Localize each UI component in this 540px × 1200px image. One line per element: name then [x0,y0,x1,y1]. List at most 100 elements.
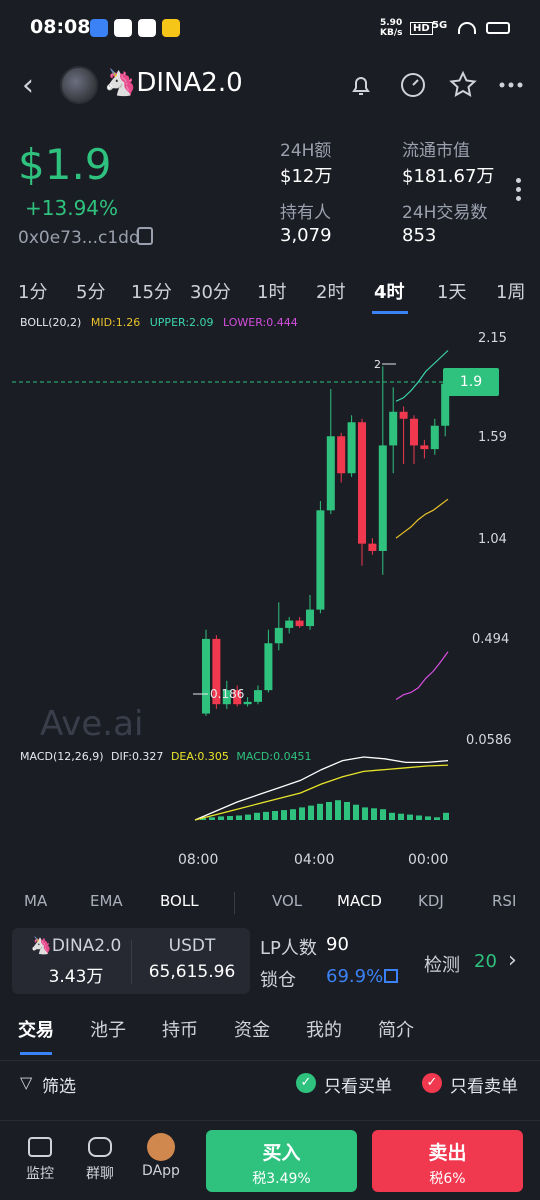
macd-bar [218,816,224,820]
more-horizontal-icon[interactable] [496,70,526,100]
macd-bar [227,816,233,820]
lock-percent[interactable]: 69.9% [326,966,383,987]
tab-30m[interactable]: 30分 [190,278,231,304]
tab-mine[interactable]: 我的 [306,1016,342,1042]
nav-chat[interactable]: 群聊 [80,1137,120,1183]
macd-bar [299,807,305,820]
sell-button[interactable]: 卖出 税6% [372,1130,523,1192]
bottom-bar: 监控 群聊 DApp 买入 税3.49% 卖出 税6% [0,1120,540,1200]
indicator-rsi[interactable]: RSI [492,892,516,910]
tab-underline [372,311,408,314]
candle-body [306,609,314,627]
bell-icon[interactable] [346,70,376,100]
stat-value: 3,079 [280,225,332,246]
tab-15m[interactable]: 15分 [131,278,172,304]
candle-body [378,445,387,551]
candle-body [326,436,335,511]
tab-funds[interactable]: 资金 [234,1016,270,1042]
filter-label[interactable]: 筛选 [42,1072,76,1097]
macd-bar [335,800,341,820]
tab-4h[interactable]: 4时 [374,278,405,304]
buy-only-label[interactable]: 只看买单 [324,1072,392,1097]
status-bar: 08:08 5.90 KB/s HD 5G [0,0,540,58]
boll-upper: UPPER:2.09 [149,316,214,329]
boll-upper-line [395,350,449,402]
candle-body [430,425,439,450]
tab-trades[interactable]: 交易 [18,1016,54,1042]
timeframe-tabs: 1分 5分 15分 30分 1时 2时 4时 1天 1周 [0,278,540,316]
star-icon[interactable] [448,70,478,100]
y-axis-label: 2.15 [478,331,507,346]
candle-body [243,701,252,705]
candle-body [254,690,262,702]
macd-dif: DIF:0.327 [111,750,164,763]
indicator-macd[interactable]: MACD [337,892,382,910]
macd-legend: MACD(12,26,9) DIF:0.327 DEA:0.305 MACD:0… [20,750,312,763]
nav-dapp[interactable]: DApp [136,1133,186,1179]
macd-bar [236,815,242,820]
x-axis-label: 00:00 [408,852,449,868]
indicator-boll[interactable]: BOLL [160,892,199,910]
tab-2h[interactable]: 2时 [316,278,345,304]
pair-quote-amount: 65,615.96 [148,962,236,982]
main-tabs: 交易 池子 持币 资金 我的 简介 [0,1012,540,1058]
chart-watermark: Ave.ai [40,704,143,744]
x-axis-label: 08:00 [178,852,219,868]
tab-1w[interactable]: 1周 [496,278,525,304]
buy-button[interactable]: 买入 税3.49% [206,1130,357,1192]
tab-1d[interactable]: 1天 [437,278,466,304]
signal-5g: 5G [432,20,448,31]
y-axis-label: 0.0586 [466,733,512,748]
indicator-vol[interactable]: VOL [272,892,302,910]
candle-body [316,510,325,610]
chevron-right-icon[interactable]: › [508,948,517,973]
tab-intro[interactable]: 简介 [378,1016,414,1042]
back-arrow-icon[interactable]: ‹ [22,68,34,103]
indicator-ema[interactable]: EMA [90,892,123,910]
macd-bar [254,812,260,820]
pair-quote: USDT 65,615.96 [140,936,244,982]
sell-only-check-icon[interactable]: ✓ [422,1073,442,1093]
macd-bar [272,811,278,820]
network-speed: 5.90 KB/s [380,18,403,38]
copy-icon[interactable] [137,227,153,245]
stat-label: 流通市值 [402,141,470,161]
liquidity-pair-box: 🦄DINA2.0 3.43万 USDT 65,615.96 [12,928,250,994]
tab-holders[interactable]: 持币 [162,1016,198,1042]
sell-only-label[interactable]: 只看卖单 [450,1072,518,1097]
candle-body [358,422,366,544]
buy-tax: 税3.49% [252,1171,311,1187]
tab-pool[interactable]: 池子 [90,1016,126,1042]
macd-bar [317,803,323,820]
app-notification-icon [138,19,156,37]
macd-bar [416,815,422,820]
indicator-kdj[interactable]: KDJ [418,892,444,910]
pair-token-amount: 3.43万 [48,967,104,987]
boll-legend: BOLL(20,2) MID:1.26 UPPER:2.09 LOWER:0.4… [20,316,298,329]
macd-bar [425,816,431,820]
buy-only-check-icon[interactable]: ✓ [296,1073,316,1093]
tab-1h[interactable]: 1时 [257,278,286,304]
candle-body [202,638,210,714]
macd-bar [290,809,296,820]
boll-mid: MID:1.26 [90,316,141,329]
macd-label: MACD(12,26,9) [20,750,104,763]
tab-underline [20,1052,52,1055]
filter-row: ▽ 筛选 ✓ 只看买单 ✓ 只看卖单 [0,1060,540,1110]
gauge-icon[interactable] [398,70,428,100]
nav-monitor[interactable]: 监控 [20,1137,60,1183]
y-axis-label: 1.04 [478,532,507,547]
tab-1m[interactable]: 1分 [18,278,47,304]
check-label[interactable]: 检测 [424,951,460,977]
external-link-icon[interactable] [384,969,398,983]
boll-label: BOLL(20,2) [20,316,82,329]
candle-body [399,411,408,419]
check-value[interactable]: 20 [474,951,497,972]
tab-5m[interactable]: 5分 [76,278,105,304]
more-vertical-icon[interactable] [516,178,522,205]
price-chart[interactable]: Ave.ai 2 0.186 [0,330,540,850]
indicator-ma[interactable]: MA [24,892,47,910]
stat-value: $12万 [280,166,333,187]
candle-body [420,445,429,450]
filter-icon[interactable]: ▽ [20,1073,32,1092]
